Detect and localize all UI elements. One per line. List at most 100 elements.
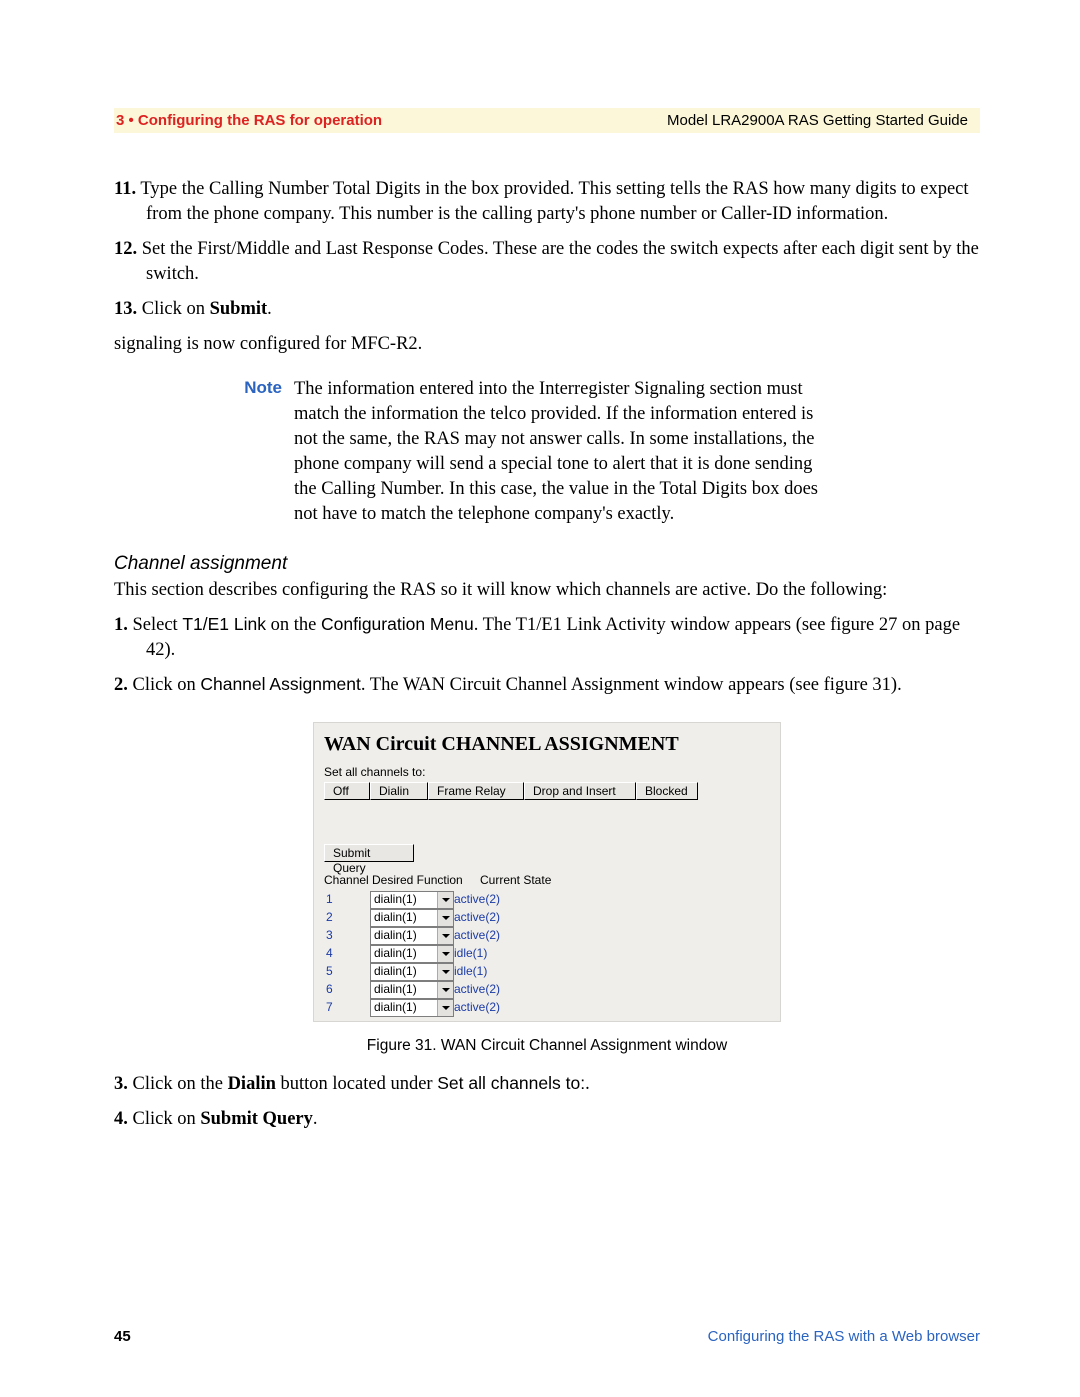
wan-circuit-channel-assignment-panel: WAN Circuit CHANNEL ASSIGNMENT Set all c… [313, 722, 781, 1021]
set-all-channels-to-label: Set all channels to: [437, 1073, 585, 1093]
chevron-down-icon[interactable] [437, 928, 453, 944]
select-value: dialin(1) [374, 963, 417, 979]
step-number: 4. [114, 1109, 128, 1129]
chapter-title: 3 • Configuring the RAS for operation [116, 112, 382, 129]
channel-index: 1 [324, 891, 370, 909]
channel-assignment-label: Channel Assignment [200, 674, 361, 694]
step-b1: 1. Select T1/E1 Link on the Configuratio… [114, 613, 980, 663]
desired-function-select[interactable]: dialin(1) [370, 945, 454, 963]
off-button[interactable]: Off [324, 782, 370, 800]
channel-assignment-intro: This section describes configuring the R… [114, 578, 980, 603]
step-text-pre: Click on [142, 299, 210, 319]
channel-index: 4 [324, 945, 370, 963]
current-state: active(2) [454, 927, 500, 945]
table-row: 4dialin(1) idle(1) [324, 945, 500, 963]
table-row: 6dialin(1) active(2) [324, 981, 500, 999]
config-menu-label: Configuration Menu [321, 614, 474, 634]
channel-table-header: Channel Desired Function Current State [324, 872, 770, 888]
current-state: active(2) [454, 891, 500, 909]
step-text-post: . [267, 299, 272, 319]
step-number: 3. [114, 1074, 128, 1094]
channel-index: 6 [324, 981, 370, 999]
frame-relay-button[interactable]: Frame Relay [428, 782, 524, 800]
select-value: dialin(1) [374, 981, 417, 997]
step-number: 2. [114, 675, 128, 695]
desired-function-select[interactable]: dialin(1) [370, 927, 454, 945]
step-number: 1. [114, 615, 128, 635]
note-body: The information entered into the Interre… [294, 377, 824, 527]
desired-function-select[interactable]: dialin(1) [370, 999, 454, 1017]
doc-title: Model LRA2900A RAS Getting Started Guide [667, 112, 968, 129]
table-row: 5dialin(1) idle(1) [324, 963, 500, 981]
channel-index: 2 [324, 909, 370, 927]
step-list-b2: 3. Click on the Dialin button located un… [114, 1072, 980, 1132]
channel-assignment-heading: Channel assignment [114, 551, 980, 577]
table-row: 3dialin(1) active(2) [324, 927, 500, 945]
select-value: dialin(1) [374, 999, 417, 1015]
step-number: 13. [114, 299, 137, 319]
step-number: 11. [114, 179, 136, 199]
submit-query-bold: Submit Query [200, 1109, 313, 1129]
step-text: Type the Calling Number Total Digits in … [140, 179, 968, 224]
page-header: 3 • Configuring the RAS for operation Mo… [114, 108, 980, 133]
step-text: Set the First/Middle and Last Response C… [142, 239, 979, 284]
desired-function-select[interactable]: dialin(1) [370, 891, 454, 909]
chevron-down-icon[interactable] [437, 982, 453, 998]
page-footer: 45 Configuring the RAS with a Web browse… [114, 1328, 980, 1345]
current-state: active(2) [454, 999, 500, 1017]
set-all-button-row: Off Dialin Frame Relay Drop and Insert B… [324, 782, 770, 800]
desired-function-select[interactable]: dialin(1) [370, 909, 454, 927]
step-b3: 3. Click on the Dialin button located un… [114, 1072, 980, 1097]
chevron-down-icon[interactable] [437, 892, 453, 908]
t1e1-link-label: T1/E1 Link [182, 614, 266, 634]
desired-function-select[interactable]: dialin(1) [370, 963, 454, 981]
page-number: 45 [114, 1328, 131, 1345]
blocked-button[interactable]: Blocked [636, 782, 698, 800]
desired-function-select[interactable]: dialin(1) [370, 981, 454, 999]
note-block: Note The information entered into the In… [114, 377, 980, 527]
select-value: dialin(1) [374, 891, 417, 907]
channel-index: 5 [324, 963, 370, 981]
channel-index: 7 [324, 999, 370, 1017]
step-11: 11. Type the Calling Number Total Digits… [114, 177, 980, 227]
col-current-state: Current State [480, 872, 551, 888]
drop-and-insert-button[interactable]: Drop and Insert [524, 782, 636, 800]
step-list-a: 11. Type the Calling Number Total Digits… [114, 177, 980, 322]
dialin-bold: Dialin [228, 1074, 276, 1094]
submit-bold: Submit [210, 299, 268, 319]
step-list-b: 1. Select T1/E1 Link on the Configuratio… [114, 613, 980, 698]
select-value: dialin(1) [374, 927, 417, 943]
select-value: dialin(1) [374, 909, 417, 925]
col-desired-function: Desired Function [372, 872, 480, 888]
panel-title: WAN Circuit CHANNEL ASSIGNMENT [324, 727, 770, 764]
table-row: 2dialin(1) active(2) [324, 909, 500, 927]
current-state: idle(1) [454, 945, 500, 963]
step-number: 12. [114, 239, 137, 259]
chevron-down-icon[interactable] [437, 910, 453, 926]
chevron-down-icon[interactable] [437, 1000, 453, 1016]
set-all-channels-label: Set all channels to: [324, 764, 770, 780]
step-12: 12. Set the First/Middle and Last Respon… [114, 237, 980, 287]
step-b2: 2. Click on Channel Assignment. The WAN … [114, 673, 980, 698]
step-13: 13. Click on Submit. [114, 297, 980, 322]
submit-query-button[interactable]: Submit Query [324, 844, 414, 862]
note-label: Note [224, 377, 294, 527]
chevron-down-icon[interactable] [437, 964, 453, 980]
channel-index: 3 [324, 927, 370, 945]
figure-31: WAN Circuit CHANNEL ASSIGNMENT Set all c… [313, 722, 781, 1056]
chevron-down-icon[interactable] [437, 946, 453, 962]
current-state: active(2) [454, 981, 500, 999]
channel-table: 1dialin(1)active(2)2dialin(1)active(2)3d… [324, 891, 500, 1017]
table-row: 1dialin(1) active(2) [324, 891, 500, 909]
col-channel: Channel [324, 872, 372, 888]
step-b4: 4. Click on Submit Query. [114, 1107, 980, 1132]
current-state: active(2) [454, 909, 500, 927]
table-row: 7dialin(1) active(2) [324, 999, 500, 1017]
figure-caption: Figure 31. WAN Circuit Channel Assignmen… [313, 1036, 781, 1057]
select-value: dialin(1) [374, 945, 417, 961]
signaling-confirmation: signaling is now configured for MFC-R2. [114, 332, 980, 357]
dialin-button[interactable]: Dialin [370, 782, 428, 800]
current-state: idle(1) [454, 963, 500, 981]
footer-section-title: Configuring the RAS with a Web browser [708, 1328, 980, 1345]
step-text: Select [133, 615, 183, 635]
